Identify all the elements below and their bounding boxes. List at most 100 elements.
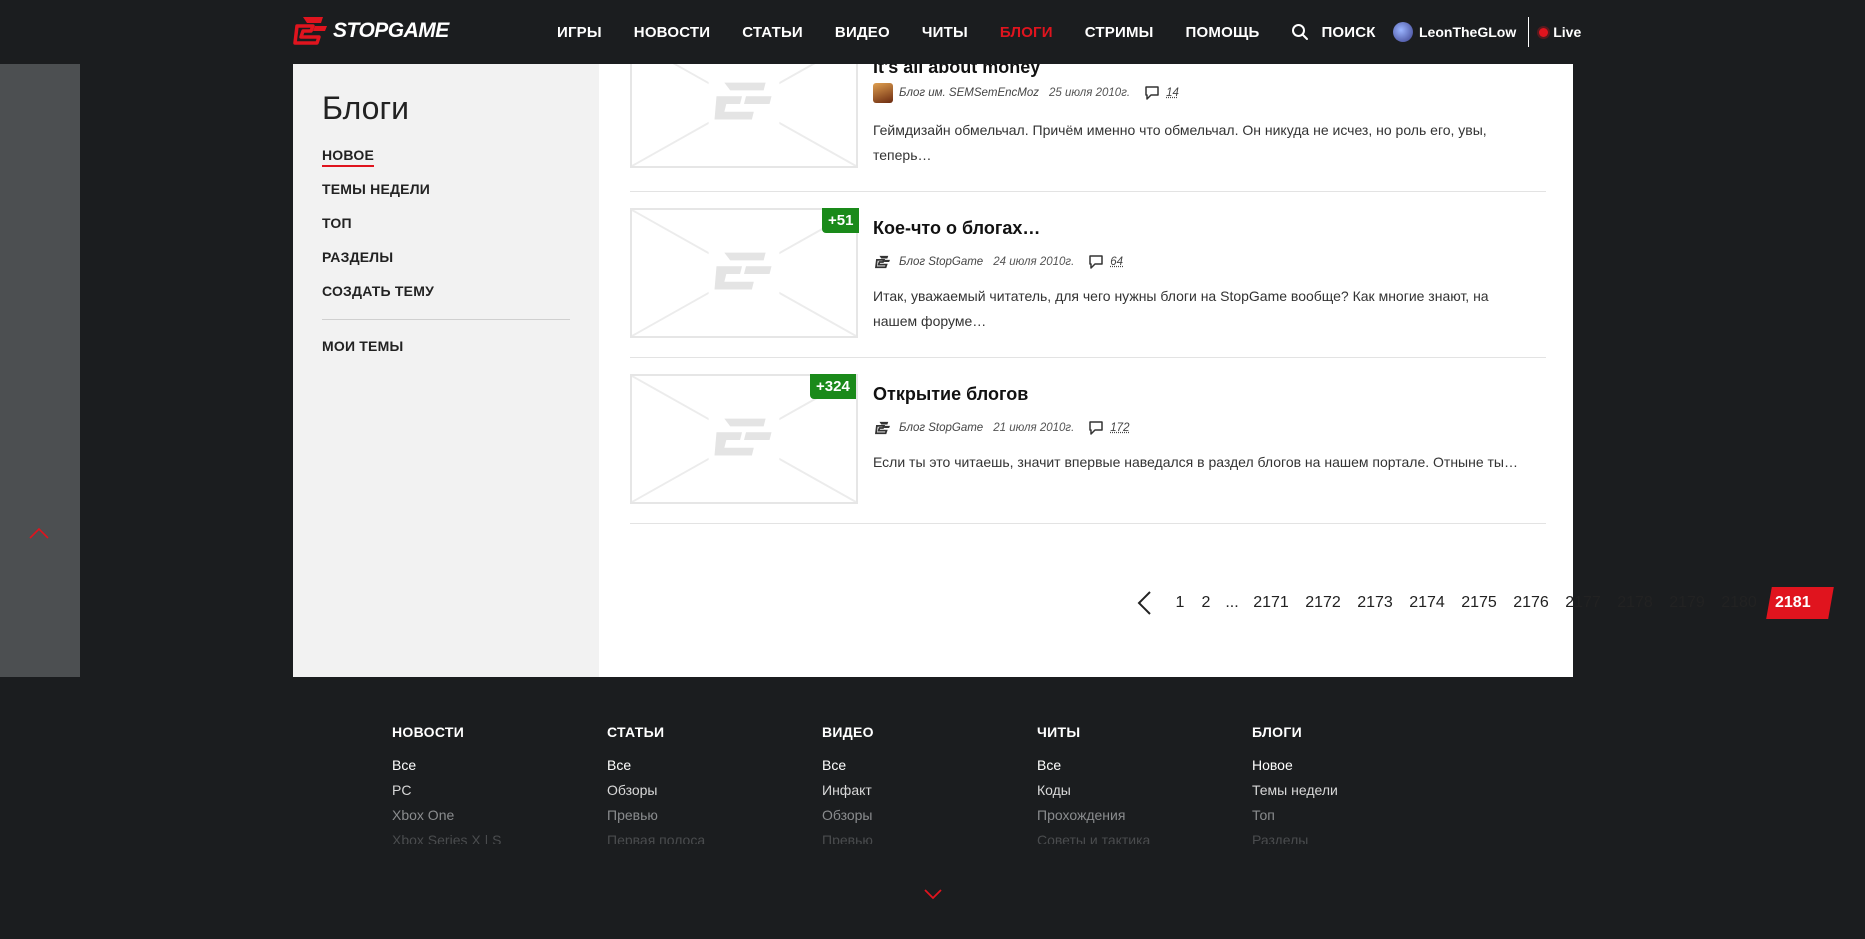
- nav-item-news[interactable]: НОВОСТИ: [634, 24, 710, 41]
- list-item: +51 Кое-что о блогах… Блог StopGame 24 и…: [630, 192, 1546, 358]
- comments-link[interactable]: 14: [1144, 86, 1179, 100]
- footer-link[interactable]: Все: [822, 757, 1022, 773]
- nav-item-articles[interactable]: СТАТЬИ: [742, 24, 803, 41]
- footer-column-cheats: ЧИТЫ Все Коды Прохождения Советы и такти…: [1037, 724, 1237, 844]
- top-navigation-bar: STOPGAME ИГРЫ НОВОСТИ СТАТЬИ ВИДЕО ЧИТЫ …: [0, 0, 1865, 64]
- footer-column-title: БЛОГИ: [1252, 724, 1302, 740]
- pagination: 1 2 ... 2171 2172 2173 2174 2175 2176 21…: [1131, 587, 1834, 619]
- post-title[interactable]: Открытие блогов: [873, 384, 1028, 405]
- page-link[interactable]: 2179: [1661, 594, 1713, 612]
- site-logo[interactable]: STOPGAME: [293, 15, 449, 47]
- sidebar-item-my-topics[interactable]: МОИ ТЕМЫ: [322, 338, 403, 354]
- post-excerpt: Итак, уважаемый читатель, для чего нужны…: [873, 288, 1489, 329]
- comment-icon: [1089, 421, 1104, 435]
- post-blog-name[interactable]: Блог им. SEMSemEncMoz: [899, 87, 1039, 99]
- search-button[interactable]: ПОИСК: [1291, 23, 1375, 41]
- rating-badge: +51: [822, 208, 860, 233]
- page-link[interactable]: 2172: [1297, 594, 1349, 612]
- post-blog-name[interactable]: Блог StopGame: [899, 256, 983, 268]
- footer-link[interactable]: Все: [392, 757, 592, 773]
- footer-link[interactable]: Xbox Series X | S: [392, 832, 592, 844]
- nav-item-blogs[interactable]: БЛОГИ: [1000, 24, 1053, 41]
- footer-link[interactable]: Все: [607, 757, 807, 773]
- footer-link[interactable]: Топ: [1252, 807, 1452, 823]
- post-excerpt: Геймдизайн обмельчал. Причём именно что …: [873, 122, 1487, 163]
- nav-item-video[interactable]: ВИДЕО: [835, 24, 890, 41]
- username[interactable]: LeonTheGLow: [1419, 24, 1516, 40]
- nav-item-streams[interactable]: СТРИМЫ: [1085, 24, 1154, 41]
- live-dot-icon: [1539, 27, 1549, 37]
- divider: [1528, 17, 1530, 47]
- pagination-ellipsis: ...: [1225, 594, 1239, 611]
- page-link[interactable]: 2175: [1453, 594, 1505, 612]
- nav-item-games[interactable]: ИГРЫ: [557, 24, 602, 41]
- footer-column-news: НОВОСТИ Все PC Xbox One Xbox Series X | …: [392, 724, 592, 844]
- page-link[interactable]: 2177: [1557, 594, 1609, 612]
- page-link[interactable]: 2174: [1401, 594, 1453, 612]
- stopgame-blog-icon[interactable]: [873, 252, 893, 272]
- page-link-1[interactable]: 1: [1167, 594, 1193, 612]
- post-date: 25 июля 2010г.: [1049, 87, 1131, 99]
- page-link[interactable]: 2171: [1245, 594, 1297, 612]
- footer-link[interactable]: Превью: [822, 832, 1022, 844]
- post-blog-name[interactable]: Блог StopGame: [899, 422, 983, 434]
- footer-link[interactable]: Коды: [1037, 782, 1237, 798]
- site-footer: НОВОСТИ Все PC Xbox One Xbox Series X | …: [0, 677, 1865, 939]
- search-label: ПОИСК: [1321, 23, 1376, 41]
- sidebar-item-sections[interactable]: РАЗДЕЛЫ: [322, 249, 393, 265]
- sidebar-item-create-topic[interactable]: СОЗДАТЬ ТЕМУ: [322, 283, 434, 299]
- footer-link[interactable]: Первая полоса: [607, 832, 807, 844]
- current-page[interactable]: 2181: [1766, 587, 1834, 619]
- footer-link[interactable]: Превью: [607, 807, 807, 823]
- post-meta: Блог StopGame 21 июля 2010г. 172: [873, 418, 1129, 438]
- sidebar-item-weekly-topics[interactable]: ТЕМЫ НЕДЕЛИ: [322, 181, 430, 197]
- footer-link[interactable]: Разделы: [1252, 832, 1452, 844]
- page-title: Блоги: [322, 90, 410, 126]
- footer-link[interactable]: Все: [1037, 757, 1237, 773]
- blogs-sidebar: Блоги НОВОЕ ТЕМЫ НЕДЕЛИ ТОП РАЗДЕЛЫ СОЗД…: [293, 64, 599, 677]
- nav-item-cheats[interactable]: ЧИТЫ: [922, 24, 968, 41]
- chevron-left-icon: [1137, 591, 1151, 615]
- comment-icon: [1089, 255, 1104, 269]
- footer-link[interactable]: Xbox One: [392, 807, 592, 823]
- page-link[interactable]: 2180: [1713, 594, 1765, 612]
- footer-link[interactable]: Инфакт: [822, 782, 1022, 798]
- footer-link[interactable]: Темы недели: [1252, 782, 1452, 798]
- stopgame-blog-icon[interactable]: [873, 418, 893, 438]
- page-link[interactable]: 2178: [1609, 594, 1661, 612]
- logo-text: STOPGAME: [333, 19, 449, 42]
- post-title[interactable]: Кое-что о блогах…: [873, 218, 1040, 239]
- footer-link[interactable]: Новое: [1252, 757, 1452, 773]
- footer-column-title: ЧИТЫ: [1037, 724, 1081, 740]
- post-title[interactable]: It's all about money: [873, 64, 1040, 78]
- post-date: 24 июля 2010г.: [993, 256, 1075, 268]
- page-link-2[interactable]: 2: [1193, 594, 1219, 612]
- sidebar-item-top[interactable]: ТОП: [322, 215, 352, 231]
- prev-page-button[interactable]: [1131, 587, 1157, 619]
- page-link[interactable]: 2173: [1349, 594, 1401, 612]
- page-link[interactable]: 2176: [1505, 594, 1557, 612]
- chevron-down-icon[interactable]: [923, 887, 943, 901]
- current-page-number: 2181: [1775, 594, 1811, 611]
- main-container: Блоги НОВОЕ ТЕМЫ НЕДЕЛИ ТОП РАЗДЕЛЫ СОЗД…: [293, 32, 1834, 677]
- chevron-up-icon[interactable]: [28, 526, 50, 540]
- footer-link[interactable]: Обзоры: [607, 782, 807, 798]
- footer-link[interactable]: PC: [392, 782, 592, 798]
- footer-link[interactable]: Обзоры: [822, 807, 1022, 823]
- nav-item-help[interactable]: ПОМОЩЬ: [1186, 24, 1260, 41]
- live-button[interactable]: Live: [1539, 24, 1581, 40]
- comments-link[interactable]: 172: [1088, 421, 1129, 435]
- live-label: Live: [1553, 24, 1582, 40]
- comments-link[interactable]: 64: [1088, 255, 1123, 269]
- sidebar-item-new[interactable]: НОВОЕ: [322, 147, 374, 167]
- left-scroll-strip[interactable]: [0, 64, 80, 677]
- main-nav: ИГРЫ НОВОСТИ СТАТЬИ ВИДЕО ЧИТЫ БЛОГИ СТР…: [557, 0, 1408, 64]
- footer-column-title: СТАТЬИ: [607, 724, 665, 740]
- user-avatar[interactable]: [1393, 22, 1413, 42]
- list-item: +324 Открытие блогов Блог StopGame 21 ию…: [630, 358, 1546, 524]
- footer-link[interactable]: Прохождения: [1037, 807, 1237, 823]
- author-avatar[interactable]: [873, 83, 893, 103]
- comment-icon: [1145, 86, 1159, 100]
- footer-link[interactable]: Советы и тактика: [1037, 832, 1237, 844]
- sidebar-divider: [322, 319, 570, 320]
